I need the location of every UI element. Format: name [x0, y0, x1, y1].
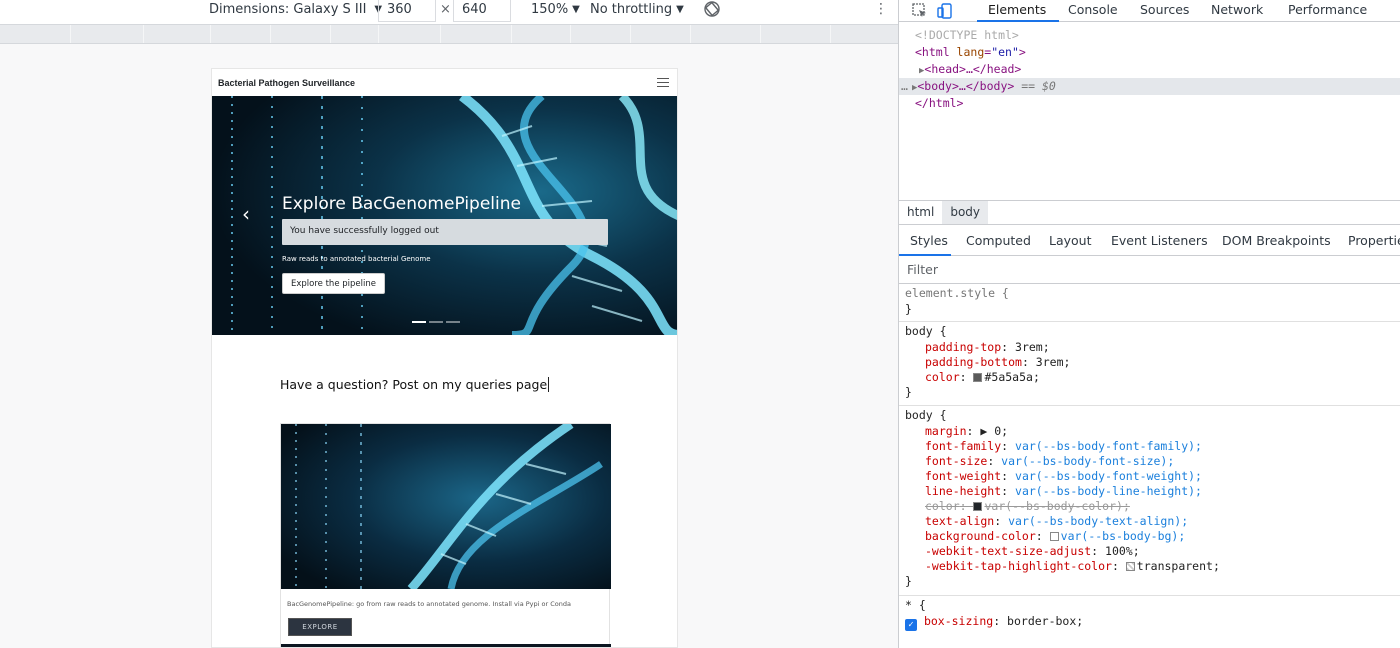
style-decl[interactable]: -webkit-tap-highlight-color: transparent… [925, 559, 1220, 574]
color-swatch-icon [1125, 562, 1135, 571]
tab-event-listeners[interactable]: Event Listeners [1111, 233, 1208, 248]
device-select[interactable]: Dimensions: Galaxy S III ▼ [209, 2, 382, 17]
tab-elements[interactable]: Elements [988, 2, 1046, 17]
color-swatch-icon [973, 502, 983, 511]
dom-html-open[interactable]: <html lang="en"> [899, 44, 1400, 61]
device-toolbar-icon[interactable] [937, 2, 955, 20]
style-decl[interactable]: padding-top: 3rem; [925, 340, 1050, 355]
style-decl[interactable]: font-size: var(--bs-body-font-size); [925, 454, 1174, 469]
more-actions-icon: … [901, 79, 908, 93]
device-label: Dimensions: Galaxy S III [209, 2, 367, 17]
emulated-page: Bacterial Pathogen Surveillance ‹ Explor… [211, 68, 678, 648]
style-decl[interactable]: ✓ box-sizing: border-box; [905, 614, 1083, 631]
tab-sources[interactable]: Sources [1140, 2, 1189, 17]
dom-tree: <!DOCTYPE html> <html lang="en"> ▶<head>… [899, 24, 1400, 200]
chevron-down-icon: ▼ [572, 4, 580, 15]
style-decl[interactable]: margin: ▶ 0; [925, 424, 1008, 439]
inspect-element-icon[interactable] [911, 2, 929, 20]
body-rule-1: body { padding-top: 3rem; padding-bottom… [899, 322, 1400, 406]
style-decl[interactable]: text-align: var(--bs-body-text-align); [925, 514, 1188, 529]
media-query-ruler[interactable] [0, 24, 898, 44]
device-toolbar: Dimensions: Galaxy S III ▼ 360 × 640 150… [0, 0, 898, 22]
explore-pipeline-button[interactable]: Explore the pipeline [282, 273, 385, 294]
text-caret [548, 377, 550, 392]
rotate-icon[interactable] [703, 0, 721, 18]
carousel-title: Explore BacGenomePipeline [282, 194, 521, 214]
carousel-indicators [412, 321, 460, 323]
styles-filter-input[interactable]: Filter [899, 256, 1400, 284]
times-sign: × [440, 2, 451, 17]
carousel-subtitle: Raw reads to annotated bacterial Genome [282, 255, 431, 263]
style-decl[interactable]: background-color: var(--bs-body-bg); [925, 529, 1185, 544]
tab-network[interactable]: Network [1211, 2, 1263, 17]
carousel-indicator[interactable] [429, 321, 443, 323]
brand-title[interactable]: Bacterial Pathogen Surveillance [218, 78, 355, 88]
throttling-select[interactable]: No throttling ▼ [590, 2, 684, 17]
carousel-indicator[interactable] [446, 321, 460, 323]
styles-subtabs: Styles Computed Layout Event Listeners D… [899, 226, 1400, 256]
breadcrumb: html body [899, 200, 1400, 225]
dom-head[interactable]: ▶<head>…</head> [899, 61, 1400, 78]
style-decl[interactable]: padding-bottom: 3rem; [925, 355, 1070, 370]
dom-html-close[interactable]: </html> [899, 95, 1400, 112]
dna-helix-image [281, 424, 611, 589]
tab-console[interactable]: Console [1068, 2, 1118, 17]
chevron-down-icon: ▼ [676, 4, 684, 15]
body-rule-2: body { margin: ▶ 0; font-family: var(--b… [899, 406, 1400, 596]
zoom-select[interactable]: 150% ▼ [531, 2, 580, 17]
pipeline-card: BacGenomePipeline: go from raw reads to … [280, 423, 611, 647]
navbar: Bacterial Pathogen Surveillance [212, 69, 677, 96]
style-decl[interactable]: font-weight: var(--bs-body-font-weight); [925, 469, 1202, 484]
more-options-icon[interactable]: ⋮ [874, 2, 888, 16]
style-decl[interactable]: color: #5a5a5a; [925, 370, 1040, 385]
dna-helix-image [212, 96, 677, 335]
style-decl[interactable]: line-height: var(--bs-body-line-height); [925, 484, 1202, 499]
checkbox-checked-icon[interactable]: ✓ [905, 619, 917, 631]
width-input[interactable]: 360 [378, 0, 436, 22]
tab-computed[interactable]: Computed [966, 233, 1031, 248]
queries-heading: Have a question? Post on my queries page [280, 377, 550, 392]
devtools-panel: Elements Console Sources Network Perform… [898, 0, 1400, 648]
card-text: BacGenomePipeline: go from raw reads to … [287, 600, 571, 608]
style-decl[interactable]: -webkit-text-size-adjust: 100%; [925, 544, 1140, 559]
breadcrumb-html[interactable]: html [899, 201, 942, 224]
tab-styles[interactable]: Styles [910, 233, 948, 248]
breadcrumb-body[interactable]: body [942, 201, 989, 224]
carousel-indicator[interactable] [412, 321, 426, 323]
carousel-prev-button[interactable]: ‹ [242, 204, 250, 224]
devtools-tabbar: Elements Console Sources Network Perform… [899, 0, 1400, 22]
style-decl[interactable]: font-family: var(--bs-body-font-family); [925, 439, 1202, 454]
logout-alert: You have successfully logged out [282, 219, 608, 245]
tab-layout[interactable]: Layout [1049, 233, 1092, 248]
app-window: Dimensions: Galaxy S III ▼ 360 × 640 150… [0, 0, 1400, 648]
color-swatch-icon [1049, 532, 1059, 541]
next-card-image [281, 644, 611, 647]
hero-carousel: ‹ Explore BacGenomePipeline You have suc… [212, 96, 677, 335]
active-tab-indicator [977, 20, 1059, 22]
card-image [281, 424, 611, 589]
explore-button[interactable]: EXPLORE [288, 618, 352, 636]
zoom-label: 150% [531, 2, 569, 17]
tab-dom-breakpoints[interactable]: DOM Breakpoints [1222, 233, 1331, 248]
tab-properties[interactable]: Properties [1348, 233, 1400, 248]
dom-body-selected[interactable]: … ▶<body>…</body> == $0 [899, 78, 1400, 95]
element-style-rule: element.style { } [899, 284, 1400, 322]
style-decl-overridden[interactable]: color: var(--bs-body-color); [925, 499, 1130, 514]
throttling-label: No throttling [590, 2, 673, 17]
hamburger-menu-icon[interactable] [657, 78, 669, 87]
universal-rule: * { ✓ box-sizing: border-box; [905, 598, 1084, 631]
dom-doctype[interactable]: <!DOCTYPE html> [899, 27, 1400, 44]
color-swatch-icon [973, 373, 983, 382]
height-input[interactable]: 640 [453, 0, 511, 22]
queries-heading-text: Have a question? Post on my queries page [280, 377, 548, 392]
tab-performance[interactable]: Performance [1288, 2, 1367, 17]
